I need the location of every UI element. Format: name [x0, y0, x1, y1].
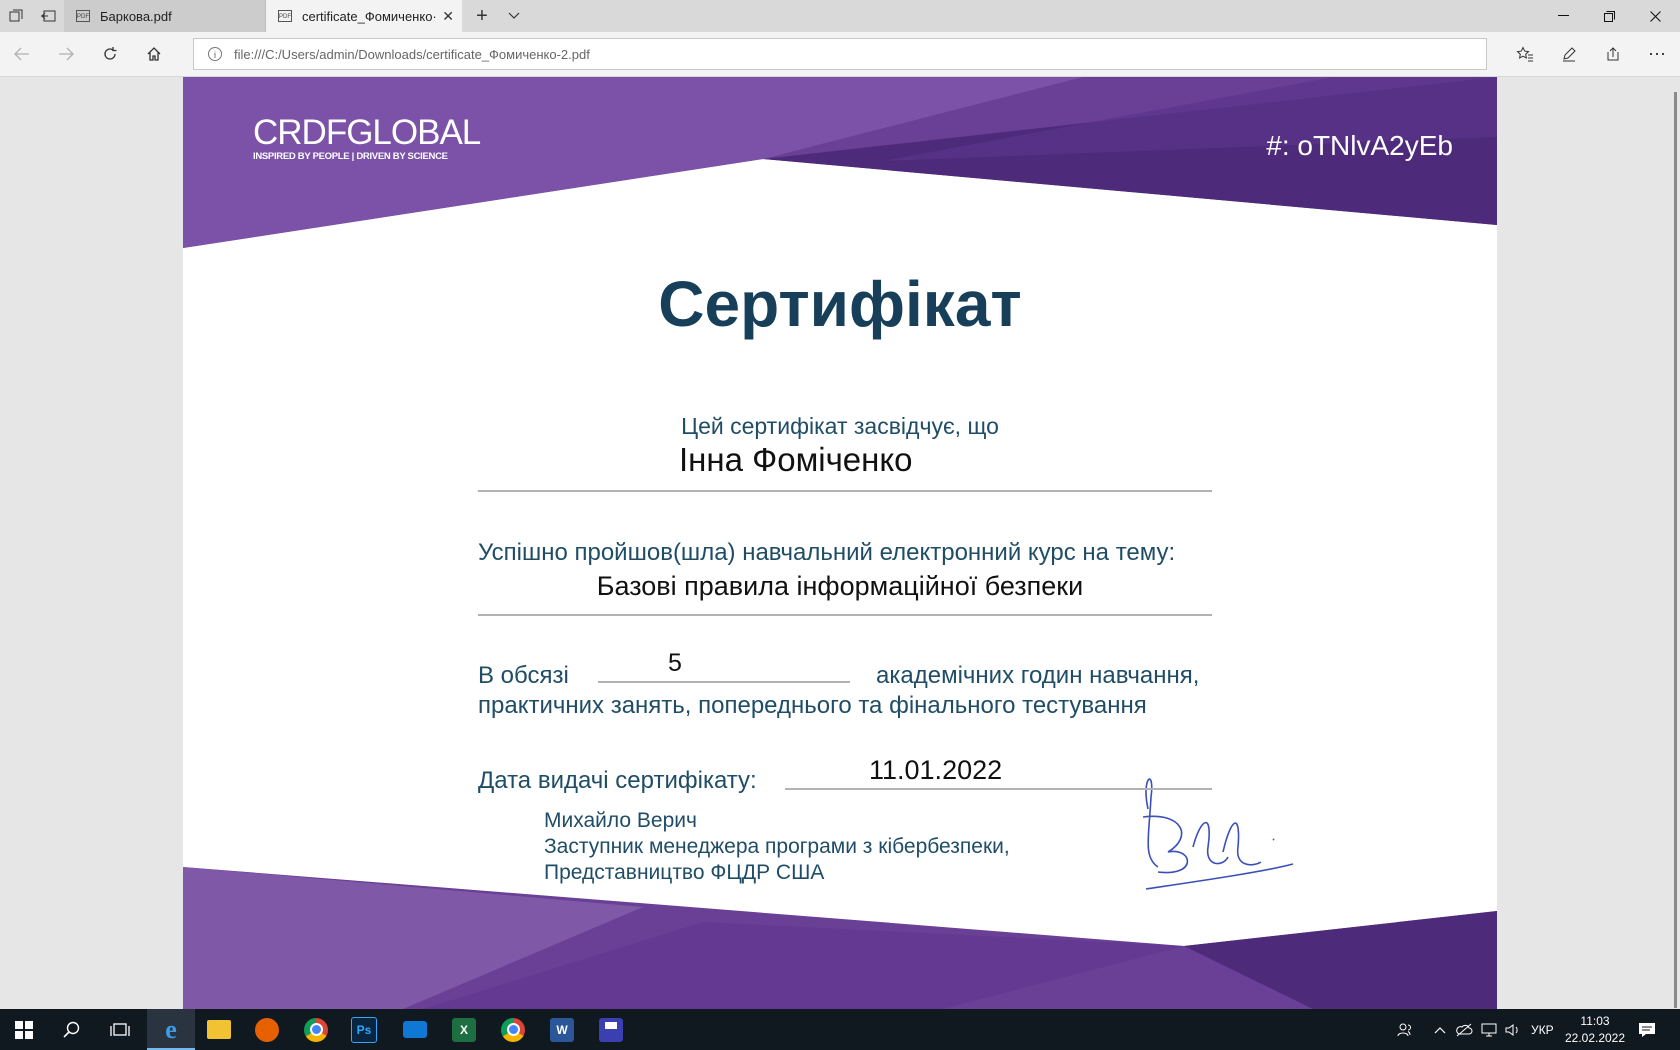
certificate-id: #: oTNlvA2yEb — [1266, 130, 1453, 161]
taskbar-chrome-profile[interactable] — [489, 1009, 537, 1050]
more-options-icon[interactable]: ⋯ — [1641, 38, 1673, 70]
vertical-scrollbar[interactable] — [1674, 92, 1677, 1008]
taskbar-mail[interactable] — [391, 1009, 439, 1050]
search-icon — [63, 1021, 80, 1038]
address-bar[interactable]: i file:///C:/Users/admin/Downloads/certi… — [193, 38, 1487, 70]
taskbar-save-app[interactable] — [587, 1009, 635, 1050]
new-tab-button[interactable]: + — [466, 0, 498, 32]
taskbar-word[interactable]: W — [538, 1009, 586, 1050]
excel-icon: X — [452, 1017, 476, 1042]
share-icon[interactable] — [1597, 38, 1629, 70]
close-tab-icon[interactable]: ✕ — [442, 8, 454, 25]
taskbar-chrome[interactable] — [292, 1009, 340, 1050]
action-center-icon[interactable] — [1638, 1009, 1656, 1050]
tab-label: Баркова.pdf — [100, 8, 172, 24]
date-underline — [785, 788, 1212, 790]
home-button[interactable] — [138, 38, 170, 70]
tab-preview-chevron-icon[interactable] — [498, 0, 530, 32]
word-icon: W — [550, 1017, 574, 1042]
start-button[interactable] — [0, 1009, 48, 1050]
refresh-button[interactable] — [94, 38, 126, 70]
hours-underline — [598, 681, 850, 683]
course-underline — [478, 614, 1212, 616]
firefox-icon — [255, 1017, 279, 1042]
chrome-icon — [304, 1017, 328, 1042]
onedrive-icon[interactable] — [1455, 1009, 1473, 1050]
volume-prefix: В обсязі — [478, 662, 569, 689]
minimize-button[interactable] — [1540, 0, 1586, 32]
logo-text: CRDFGLOBAL — [253, 113, 481, 152]
hours-value: 5 — [668, 649, 682, 677]
recipient-underline — [478, 490, 1212, 492]
tab-label: certificate_Фомиченко· — [302, 8, 437, 24]
signer-position: Заступник менеджера програми з кібербезп… — [544, 835, 1010, 858]
close-window-button[interactable] — [1632, 0, 1678, 32]
completed-text: Успішно пройшов(шла) навчальний електрон… — [478, 539, 1176, 566]
taskbar-firefox[interactable] — [243, 1009, 291, 1050]
restore-button[interactable] — [1586, 0, 1632, 32]
pdf-file-icon: PDF — [278, 10, 292, 22]
floppy-disk-icon — [599, 1017, 623, 1042]
show-hidden-icons-chevron-icon[interactable] — [1434, 1009, 1446, 1050]
plus-icon: + — [476, 4, 488, 27]
task-view-icon — [110, 1022, 130, 1036]
tab-certificate[interactable]: PDF certificate_Фомиченко· ✕ — [266, 0, 462, 32]
taskbar-excel[interactable]: X — [440, 1009, 488, 1050]
signer-name: Михайло Верич — [544, 809, 697, 832]
tab-bar: PDF Баркова.pdf PDF certificate_Фомиченк… — [0, 0, 1680, 32]
recipient-name: Інна Фоміченко — [679, 441, 913, 478]
network-icon[interactable] — [1480, 1009, 1498, 1050]
navigation-bar: i file:///C:/Users/admin/Downloads/certi… — [0, 32, 1680, 77]
info-icon[interactable]: i — [208, 47, 222, 61]
search-button[interactable] — [48, 1009, 96, 1050]
signer-organization: Представництво ФЦДР США — [544, 861, 825, 884]
edge-icon: e — [165, 1014, 177, 1044]
back-button[interactable] — [6, 38, 38, 70]
folder-icon — [207, 1020, 231, 1039]
tab-barkova[interactable]: PDF Баркова.pdf — [64, 0, 266, 32]
tab-actions-icon[interactable] — [0, 0, 32, 32]
taskbar-file-explorer[interactable] — [195, 1009, 243, 1050]
clock-time: 11:03 — [1580, 1014, 1610, 1028]
favorites-icon[interactable] — [1509, 38, 1541, 70]
forward-button[interactable] — [50, 38, 82, 70]
date-value: 11.01.2022 — [869, 755, 1003, 785]
taskbar-edge[interactable]: e — [147, 1009, 195, 1050]
certifies-text: Цей сертифікат засвідчує, що — [681, 413, 999, 439]
input-language[interactable]: УКР — [1531, 1009, 1554, 1050]
set-tabs-aside-icon[interactable] — [32, 0, 64, 32]
volume-line2: практичних занять, попереднього та фінал… — [478, 692, 1147, 719]
clock-date: 22.02.2022 — [1564, 1031, 1626, 1045]
pen-icon[interactable] — [1553, 38, 1585, 70]
chrome-profile-icon — [501, 1017, 525, 1042]
signature-image — [1142, 778, 1294, 890]
date-label: Дата видачі сертифікату: — [478, 767, 757, 794]
windows-taskbar: e Ps X W УКР 11:03 22.02.2022 — [0, 1009, 1680, 1050]
volume-suffix: академічних годин навчання, — [876, 662, 1200, 689]
certificate-title: Сертифікат — [658, 268, 1022, 340]
pdf-file-icon: PDF — [76, 10, 90, 22]
volume-icon[interactable] — [1504, 1009, 1522, 1050]
mail-icon — [403, 1021, 427, 1038]
taskbar-photoshop[interactable]: Ps — [340, 1009, 388, 1050]
windows-logo-icon — [15, 1020, 33, 1039]
task-view-button[interactable] — [96, 1009, 144, 1050]
people-icon[interactable] — [1397, 1009, 1413, 1050]
photoshop-icon: Ps — [351, 1016, 377, 1043]
certificate-page: CRDFGLOBAL INSPIRED BY PEOPLE | DRIVEN B… — [183, 77, 1497, 1009]
address-url: file:///C:/Users/admin/Downloads/certifi… — [234, 46, 590, 62]
system-clock[interactable]: 11:03 22.02.2022 — [1555, 1013, 1635, 1047]
crdf-global-logo: CRDFGLOBAL INSPIRED BY PEOPLE | DRIVEN B… — [253, 113, 481, 162]
course-name: Базові правила інформаційної безпеки — [596, 571, 1084, 601]
logo-tagline: INSPIRED BY PEOPLE | DRIVEN BY SCIENCE — [253, 151, 448, 162]
